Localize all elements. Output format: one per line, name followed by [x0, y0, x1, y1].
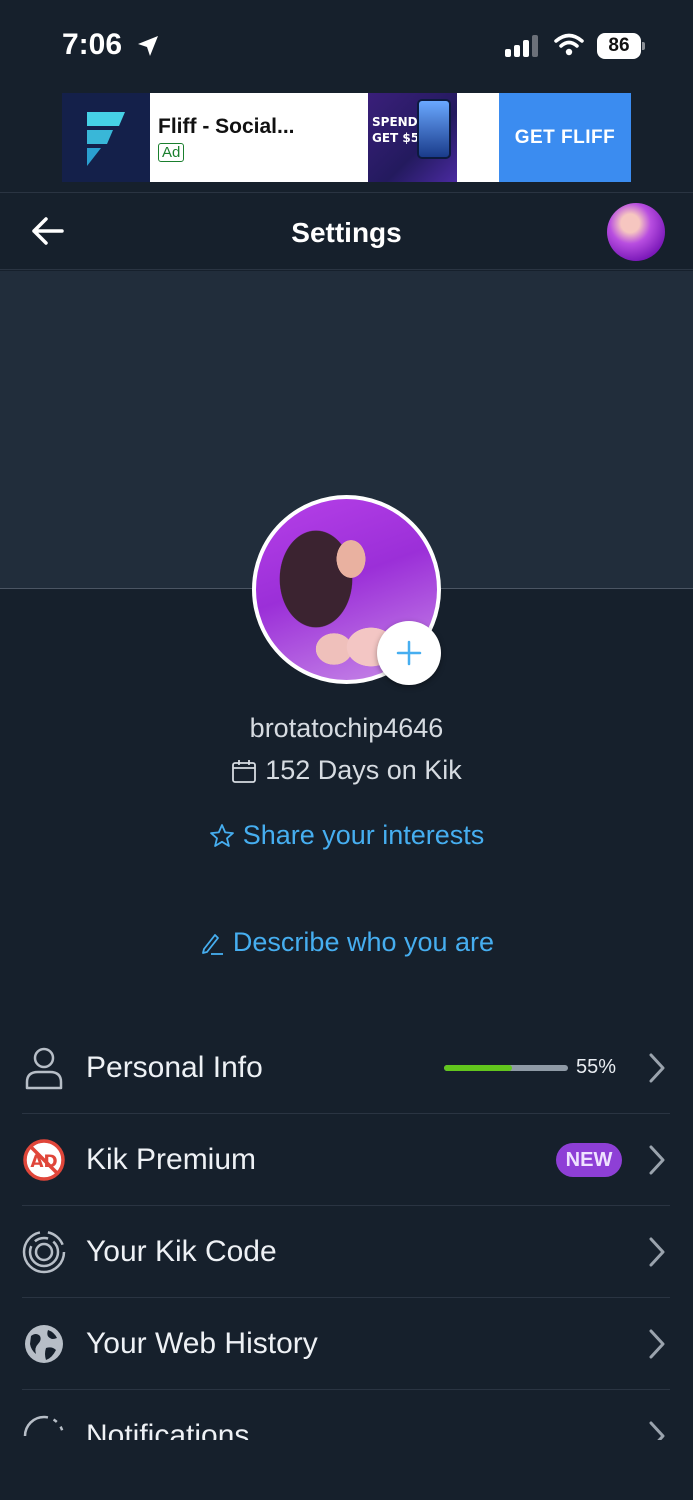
settings-item-web-history[interactable]: Your Web History [22, 1298, 670, 1390]
status-time: 7:06 [62, 28, 123, 61]
describe-yourself-text: Describe who you are [232, 927, 495, 957]
status-bar: 7:06 86 [0, 0, 693, 90]
page-title: Settings [291, 217, 402, 248]
share-interests-link[interactable]: Share your interests [0, 820, 693, 851]
chevron-right-icon [648, 1144, 666, 1181]
settings-list: Personal Info 55% AD Kik Premium NEW [0, 1022, 693, 1440]
header: Settings [0, 192, 693, 270]
wifi-icon [554, 33, 584, 62]
settings-item-kik-premium[interactable]: AD Kik Premium NEW [22, 1114, 670, 1206]
settings-item-personal-info[interactable]: Personal Info 55% [22, 1022, 670, 1114]
location-arrow-icon [136, 34, 160, 63]
username: brotatochip4646 [249, 713, 444, 743]
cellular-signal-icon [505, 35, 543, 57]
globe-icon [22, 1322, 66, 1366]
plus-icon [396, 640, 422, 666]
ad-image: SPEND $5, GET $50 [368, 93, 457, 182]
person-icon [22, 1046, 66, 1090]
ad-badge: Ad [158, 143, 185, 162]
settings-item-notifications[interactable]: Notifications [22, 1390, 670, 1440]
ad-banner[interactable]: Fliff - Social... Ad SPEND $5, GET $50 G… [62, 93, 631, 182]
profile-progress-fill [444, 1065, 513, 1071]
chevron-right-icon [648, 1052, 666, 1089]
fliff-logo [62, 93, 150, 182]
avatar[interactable] [607, 203, 665, 261]
profile-progress-text: 55% [576, 1056, 617, 1078]
add-photo-button[interactable] [377, 621, 441, 685]
battery-icon: 86 [597, 33, 645, 59]
days-on-kik-text: 152 Days on Kik [265, 755, 462, 785]
chevron-right-icon [648, 1236, 666, 1273]
chevron-right-icon [648, 1420, 666, 1440]
no-ads-icon: AD [22, 1138, 66, 1182]
settings-item-kik-code[interactable]: Your Kik Code [22, 1206, 670, 1298]
pencil-icon [202, 933, 223, 955]
settings-item-label: Your Web History [86, 1326, 318, 1360]
kik-code-icon [22, 1230, 66, 1274]
profile-progress-bar [444, 1065, 568, 1071]
notifications-icon [22, 1414, 66, 1440]
new-badge: NEW [556, 1143, 622, 1177]
chevron-right-icon [648, 1328, 666, 1365]
days-on-kik: 152 Days on Kik [0, 755, 693, 786]
ad-cta-button[interactable]: GET FLIFF [499, 93, 631, 182]
battery-level: 86 [597, 33, 641, 59]
ad-title: Fliff - Social... [158, 115, 295, 138]
star-icon [209, 823, 234, 847]
calendar-icon [232, 759, 257, 783]
settings-item-label: Your Kik Code [86, 1234, 277, 1268]
describe-yourself-link[interactable]: Describe who you are [0, 927, 693, 958]
share-interests-text: Share your interests [242, 820, 485, 850]
settings-item-label: Notifications [86, 1419, 250, 1440]
